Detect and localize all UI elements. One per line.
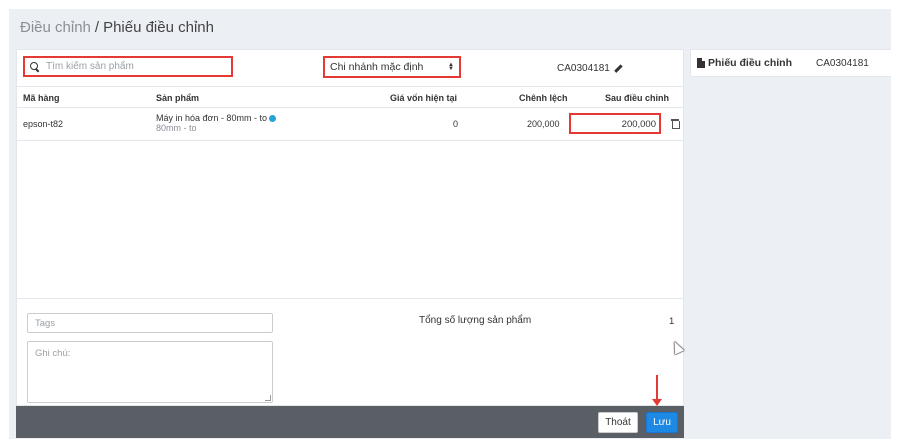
document-code-text: CA0304181 <box>557 63 610 74</box>
product-search-box[interactable] <box>23 56 233 77</box>
breadcrumb-parent-link[interactable]: Điều chỉnh <box>20 19 91 36</box>
info-icon[interactable] <box>268 115 276 122</box>
total-quantity-label: Tổng số lượng sản phẩm <box>419 315 532 326</box>
table-row: epson-t82 Máy in hóa đơn - 80mm - to 80m… <box>17 108 683 141</box>
breadcrumb-separator: / <box>94 19 100 36</box>
column-header-code: Mã hàng <box>23 93 60 103</box>
column-header-after-adjust: Sau điều chỉnh <box>605 93 670 103</box>
side-panel-code: CA0304181 <box>816 58 869 69</box>
select-arrows-icon: ▲ ▼ <box>448 62 454 72</box>
document-icon <box>697 58 705 68</box>
resize-handle-icon[interactable] <box>265 395 271 401</box>
branch-select-value: Chi nhánh mặc định <box>330 61 424 73</box>
table-header: Mã hàng Sản phẩm Giá vốn hiện tại Chênh … <box>17 86 683 108</box>
action-footer-bar: Thoát Lưu <box>16 406 684 438</box>
breadcrumb: Điều chỉnh / Phiếu điều chỉnh <box>20 19 214 36</box>
row-product-variant: 80mm - to <box>156 123 197 133</box>
product-search-input[interactable] <box>46 61 226 72</box>
after-adjust-input[interactable]: 200,000 <box>569 113 661 134</box>
branch-select[interactable]: Chi nhánh mặc định ▲ ▼ <box>323 56 461 78</box>
row-difference: 200,000 <box>527 119 560 129</box>
side-info-panel: Phiếu điều chỉnh CA0304181 <box>690 49 891 77</box>
pencil-icon[interactable] <box>614 65 622 73</box>
search-icon <box>30 61 40 72</box>
note-placeholder: Ghi chú: <box>35 348 71 359</box>
total-quantity-value: 1 <box>669 316 675 327</box>
row-code: epson-t82 <box>23 119 64 129</box>
column-header-difference: Chênh lệch <box>519 93 568 103</box>
annotation-arrow-icon <box>652 375 662 406</box>
document-code: CA0304181 <box>557 63 622 74</box>
adjustment-form-panel: Chi nhánh mặc định ▲▼ CA0304181 Mã hàng … <box>16 49 684 406</box>
exit-button[interactable]: Thoát <box>598 412 638 433</box>
side-panel-title: Phiếu điều chỉnh <box>708 57 793 69</box>
tags-input[interactable]: Tags <box>27 313 273 333</box>
column-header-current-cost: Giá vốn hiện tại <box>390 93 458 103</box>
trash-icon[interactable] <box>671 119 680 129</box>
page-title: Phiếu điều chỉnh <box>103 19 214 36</box>
save-button[interactable]: Lưu <box>646 412 678 433</box>
form-bottom-area: Tags Ghi chú: Tổng số lượng sản phẩm 1 <box>17 298 683 406</box>
note-textarea[interactable]: Ghi chú: <box>27 341 273 403</box>
row-product-name: Máy in hóa đơn - 80mm - to <box>156 113 267 123</box>
column-header-product: Sản phẩm <box>156 93 200 103</box>
row-current-cost: 0 <box>453 119 459 129</box>
row-product: Máy in hóa đơn - 80mm - to 80mm - to <box>156 113 276 133</box>
